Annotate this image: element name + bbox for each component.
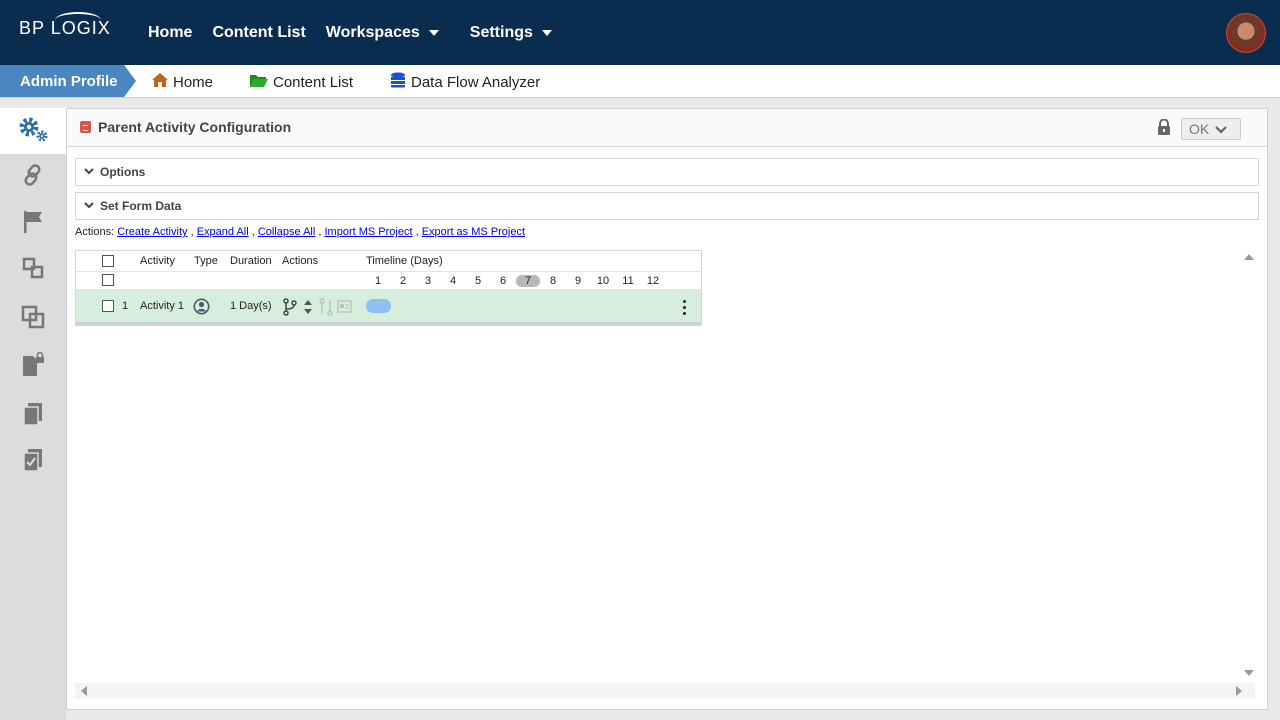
select-all-checkbox[interactable] xyxy=(102,255,114,267)
ok-button[interactable]: OK xyxy=(1181,118,1241,140)
copy-icon xyxy=(21,305,45,334)
chevron-down-icon xyxy=(84,165,94,179)
page-title: Parent Activity Configuration xyxy=(98,119,292,135)
caret-down-icon xyxy=(541,30,552,36)
timeline-day: 1 xyxy=(374,275,382,287)
scroll-down-arrow-icon[interactable] xyxy=(1244,670,1254,676)
bp-logix-logo[interactable]: BP LOGIX xyxy=(19,12,111,39)
column-duration: Duration xyxy=(230,255,272,267)
caret-down-icon xyxy=(428,30,439,36)
scroll-right-arrow-icon[interactable] xyxy=(1236,686,1242,696)
user-icon xyxy=(193,298,210,318)
home-icon xyxy=(151,72,169,92)
folder-icon xyxy=(249,72,269,92)
options-section[interactable]: Options xyxy=(75,158,1259,186)
nav-content-list[interactable]: Content List xyxy=(212,24,305,42)
column-activity: Activity xyxy=(140,255,175,267)
breadcrumb-content-list[interactable]: Content List xyxy=(249,72,353,92)
sidebar-item-checklist[interactable] xyxy=(0,439,66,485)
timeline-day: 2 xyxy=(399,275,407,287)
sidebar-item-locked-document[interactable] xyxy=(0,344,66,390)
chevron-down-icon xyxy=(84,199,94,213)
dependency-icon xyxy=(319,298,333,319)
set-form-data-section[interactable]: Set Form Data xyxy=(75,192,1259,220)
sidebar-item-flag[interactable] xyxy=(0,201,66,247)
more-options-icon[interactable] xyxy=(683,300,687,316)
form-icon xyxy=(80,121,91,133)
column-timeline: Timeline (Days) xyxy=(366,255,443,267)
select-row-checkbox[interactable] xyxy=(102,274,114,286)
activity-duration: 1 Day(s) xyxy=(230,300,272,312)
grid-header-row: Activity Type Duration Actions Timeline … xyxy=(76,251,701,272)
breadcrumb-home[interactable]: Home xyxy=(151,72,213,92)
checklist-icon xyxy=(21,447,45,478)
link-icon xyxy=(21,163,45,192)
row-checkbox[interactable] xyxy=(102,300,114,312)
timeline-day: 9 xyxy=(574,275,582,287)
main-panel: Parent Activity Configuration OK Options… xyxy=(66,108,1268,710)
sidebar-item-documents[interactable] xyxy=(0,393,66,439)
sidebar-item-settings[interactable] xyxy=(0,108,66,154)
activity-grid: Activity Type Duration Actions Timeline … xyxy=(75,250,702,326)
sidebar-item-links[interactable] xyxy=(0,154,66,200)
activity-name[interactable]: Activity 1 xyxy=(140,300,184,312)
timeline-day: 10 xyxy=(596,275,610,287)
sidebar-item-flow[interactable] xyxy=(0,247,66,293)
main-nav: Home Content List Workspaces Settings xyxy=(148,24,572,42)
timeline-day: 12 xyxy=(646,275,660,287)
branch-icon[interactable] xyxy=(283,298,297,319)
lock-icon[interactable] xyxy=(1157,118,1171,140)
timeline-day: 11 xyxy=(622,275,634,287)
nav-home[interactable]: Home xyxy=(148,24,192,42)
create-activity-link[interactable]: Create Activity xyxy=(117,226,187,238)
breadcrumb-bar: Admin Profile Home Content List Data Flo… xyxy=(0,65,1280,98)
timeline-day-current: 7 xyxy=(516,275,540,287)
horizontal-scrollbar[interactable] xyxy=(75,683,1255,699)
top-navigation-bar: BP LOGIX Home Content List Workspaces Se… xyxy=(0,0,1280,65)
timeline-days-row: 1 2 3 4 5 6 7 8 9 10 11 12 xyxy=(76,272,701,290)
breadcrumb-data-flow-analyzer[interactable]: Data Flow Analyzer xyxy=(389,72,540,92)
timeline-day: 8 xyxy=(549,275,557,287)
database-icon xyxy=(389,72,407,92)
expand-all-link[interactable]: Expand All xyxy=(197,226,249,238)
row-number: 1 xyxy=(122,300,129,312)
left-sidebar xyxy=(0,108,66,720)
import-ms-project-link[interactable]: Import MS Project xyxy=(325,226,413,238)
column-actions: Actions xyxy=(282,255,319,267)
panel-header: Parent Activity Configuration OK xyxy=(67,109,1267,147)
export-ms-project-link[interactable]: Export as MS Project xyxy=(422,226,525,238)
nav-workspaces[interactable]: Workspaces xyxy=(326,24,439,42)
chevron-down-icon xyxy=(1215,121,1228,137)
column-type: Type xyxy=(194,255,218,267)
settings-gears-icon xyxy=(16,114,50,149)
flag-icon xyxy=(21,209,45,240)
form-icon xyxy=(337,300,352,316)
actions-bar: Actions: Create Activity , Expand All , … xyxy=(75,226,526,238)
collapse-all-link[interactable]: Collapse All xyxy=(258,226,315,238)
flow-icon xyxy=(22,257,44,284)
timeline-day: 5 xyxy=(474,275,482,287)
sidebar-item-copy[interactable] xyxy=(0,296,66,342)
scroll-left-arrow-icon[interactable] xyxy=(81,686,87,696)
documents-icon xyxy=(21,401,45,432)
nav-settings[interactable]: Settings xyxy=(470,24,552,42)
table-row[interactable]: 1 Activity 1 1 Day(s) xyxy=(76,290,701,325)
timeline-day: 6 xyxy=(499,275,507,287)
reorder-arrows-icon[interactable] xyxy=(303,299,313,318)
timeline-day: 3 xyxy=(424,275,432,287)
timeline-bar[interactable] xyxy=(366,299,391,313)
admin-profile-tab[interactable]: Admin Profile xyxy=(0,65,136,97)
scroll-up-arrow-icon[interactable] xyxy=(1244,254,1254,260)
user-avatar[interactable] xyxy=(1226,13,1266,53)
locked-document-icon xyxy=(20,351,46,383)
timeline-day: 4 xyxy=(449,275,457,287)
